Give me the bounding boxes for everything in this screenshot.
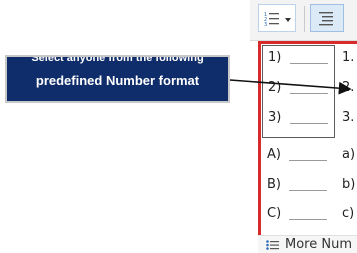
- list-item: A): [267, 147, 331, 165]
- multilevel-list-icon: [319, 12, 333, 26]
- number-format-lower-alpha[interactable]: a) b) c): [337, 140, 357, 234]
- numbering-library: 1) 2) 3) 1. 2. 3. A) B) C) a) b) c): [258, 41, 357, 252]
- list-item: a): [342, 147, 356, 162]
- list-item: 1.: [342, 50, 355, 65]
- number-format-upper-alpha[interactable]: A) B) C): [262, 140, 335, 234]
- svg-text:3: 3: [264, 22, 267, 27]
- paragraph-ribbon: 1 2 3: [250, 0, 357, 41]
- list-item: 1): [268, 50, 332, 68]
- numbering-list-icon: [266, 240, 279, 250]
- number-format-paren-numeric[interactable]: 1) 2) 3): [262, 45, 335, 138]
- list-item: 2): [268, 80, 332, 98]
- list-item: b): [342, 177, 356, 192]
- numbering-list-icon: 1 2 3: [264, 12, 279, 27]
- list-item: C): [267, 206, 331, 224]
- number-format-period-numeric[interactable]: 1. 2. 3.: [337, 45, 357, 138]
- chevron-down-icon[interactable]: [285, 18, 291, 22]
- list-item: 3.: [342, 110, 355, 125]
- list-item: c): [342, 206, 355, 221]
- list-item: 3): [268, 110, 332, 128]
- numbering-button[interactable]: 1 2 3: [258, 4, 296, 32]
- callout-line-2: predefined Number format: [35, 73, 200, 88]
- ribbon-separator: [304, 6, 305, 32]
- instruction-callout: Select anyone from the following predefi…: [5, 55, 230, 103]
- callout-line-1: Select anyone from the following: [31, 55, 204, 64]
- more-numbering-label: More Num: [285, 237, 352, 252]
- list-item: 2.: [342, 80, 355, 95]
- list-item: B): [267, 177, 331, 195]
- multilevel-list-button[interactable]: [310, 4, 344, 32]
- more-numbering-option[interactable]: More Num: [258, 235, 357, 253]
